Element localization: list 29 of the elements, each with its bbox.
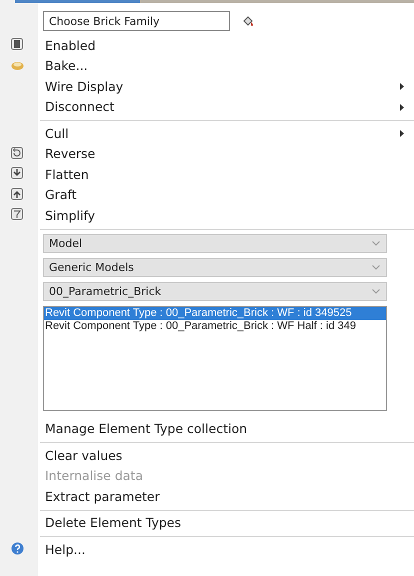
- paint-bucket-icon[interactable]: [242, 14, 255, 28]
- reverse-icon: [11, 146, 23, 158]
- menu-item[interactable]: Bake...: [40, 56, 414, 76]
- menu-item[interactable]: Enabled: [40, 35, 414, 56]
- list-item[interactable]: Revit Component Type : 00_Parametric_Brick : WF Half : id 349: [44, 320, 386, 332]
- text-field[interactable]: Choose Brick Family: [43, 11, 230, 31]
- dropdown[interactable]: Generic Models: [43, 258, 387, 276]
- dropdown[interactable]: Model: [43, 234, 387, 252]
- dropdown[interactable]: 00_Parametric_Brick: [43, 282, 387, 300]
- menu-item[interactable]: Flatten: [40, 164, 414, 184]
- menu-item[interactable]: Cull: [40, 123, 414, 144]
- menu-item[interactable]: Manage Element Type collection: [40, 418, 414, 439]
- up-arrow-icon: [11, 188, 23, 200]
- menu-item[interactable]: Extract parameter: [40, 486, 414, 506]
- chevron-icon: [372, 288, 380, 294]
- menu-item[interactable]: Wire Display: [40, 76, 414, 96]
- menu-item[interactable]: Graft: [40, 184, 414, 205]
- menu-item[interactable]: Simplify: [40, 205, 414, 226]
- chevron-icon: [372, 240, 380, 246]
- chevron-icon: [372, 264, 380, 270]
- switch-icon: [11, 38, 23, 50]
- menu-item[interactable]: Help...: [40, 539, 414, 560]
- menu-item[interactable]: Delete Element Types: [40, 512, 414, 533]
- list-item[interactable]: Revit Component Type : 00_Parametric_Brick : WF : id 349525: [44, 306, 386, 320]
- menu-item[interactable]: Clear values: [40, 445, 414, 466]
- help-icon: [11, 542, 24, 555]
- menu-item[interactable]: Reverse: [40, 144, 414, 164]
- down-arrow-icon: [11, 167, 23, 179]
- menu-item[interactable]: Disconnect: [40, 96, 414, 117]
